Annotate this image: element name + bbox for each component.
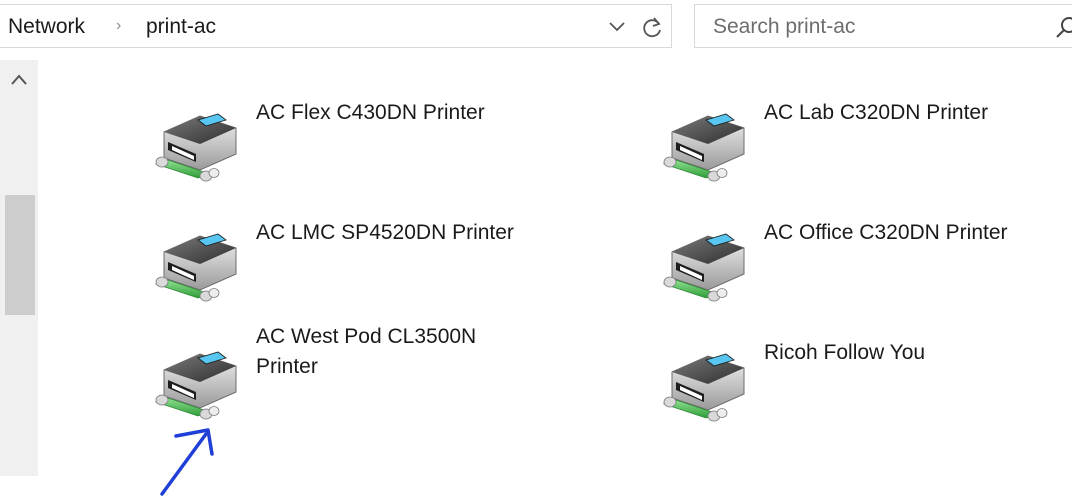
breadcrumb-print-ac[interactable]: print-ac — [146, 15, 216, 39]
printer-item-ac-west-pod[interactable]: AC West Pod CL3500N Printer — [152, 322, 622, 420]
chevron-down-icon[interactable] — [606, 17, 628, 37]
search-input[interactable]: Search print-ac — [694, 4, 1072, 48]
printer-label: AC West Pod CL3500N Printer — [256, 325, 477, 378]
search-placeholder: Search print-ac — [713, 15, 856, 38]
breadcrumb-separator-icon[interactable]: › — [116, 17, 121, 35]
printer-item-ac-flex[interactable]: AC Flex C430DN Printer — [152, 98, 622, 188]
network-printer-icon — [155, 113, 237, 182]
network-printer-icon — [663, 113, 745, 182]
scroll-up-icon[interactable] — [0, 60, 38, 100]
printer-item-ac-lmc[interactable]: AC LMC SP4520DN Printer — [152, 218, 622, 308]
printer-label: AC LMC SP4520DN Printer — [256, 221, 514, 244]
breadcrumb-network[interactable]: Network — [8, 15, 85, 39]
network-printer-icon — [663, 233, 745, 302]
scrollbar-thumb[interactable] — [5, 195, 35, 315]
network-printer-icon — [663, 353, 745, 422]
file-explorer-window: Network › print-ac Search print-ac AC Fl… — [0, 0, 1072, 496]
search-icon[interactable] — [1055, 15, 1072, 39]
printer-item-ac-lab[interactable]: AC Lab C320DN Printer — [660, 98, 1072, 188]
printer-label: AC Flex C430DN Printer — [256, 101, 485, 124]
printer-label: AC Lab C320DN Printer — [764, 101, 989, 124]
network-printer-icon — [155, 351, 237, 420]
network-printer-icon — [155, 233, 237, 302]
printer-item-ricoh-follow-you[interactable]: Ricoh Follow You — [660, 338, 1072, 428]
annotation-arrow-icon — [160, 428, 214, 496]
printer-label: Ricoh Follow You — [764, 341, 926, 364]
printer-label: AC Office C320DN Printer — [764, 221, 1008, 244]
address-bar[interactable]: Network › print-ac — [0, 4, 672, 48]
printer-item-ac-office[interactable]: AC Office C320DN Printer — [660, 218, 1072, 308]
vertical-scrollbar[interactable] — [0, 60, 38, 476]
refresh-icon[interactable] — [640, 15, 666, 41]
